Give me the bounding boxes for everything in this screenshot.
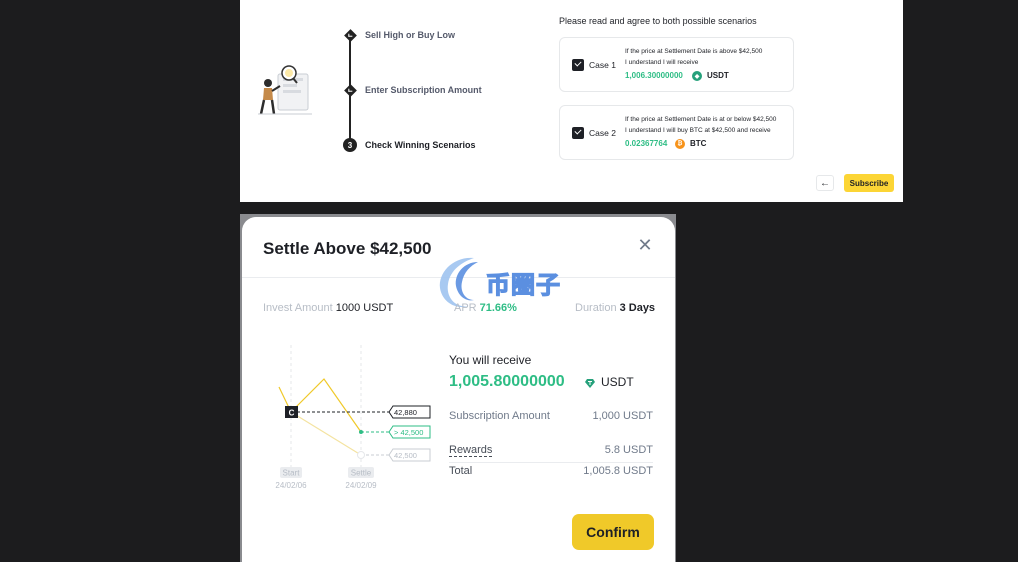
step-label: Sell High or Buy Low: [365, 30, 456, 40]
case-amount: 1,006.30000000: [625, 71, 683, 80]
step-sell-high-buy-low: Sell High or Buy Low: [343, 28, 455, 42]
person-illustration: [258, 65, 312, 115]
case-unit: BTC: [690, 139, 707, 148]
alt-price-path: [290, 411, 362, 456]
settle-date: 24/02/09: [345, 481, 377, 490]
case-1-checkbox[interactable]: [572, 59, 584, 71]
rewards-value: 5.8 USDT: [604, 444, 653, 456]
subscription-amount-label: Subscription Amount: [449, 410, 550, 422]
step-label: Check Winning Scenarios: [365, 140, 476, 150]
step-enter-amount: Enter Subscription Amount: [343, 83, 482, 97]
case-amount: 0.02367764: [625, 139, 668, 148]
usdt-icon: [585, 379, 595, 388]
subscription-panel: Sell High or Buy Low Enter Subscription …: [240, 0, 903, 202]
step-done-icon: [343, 83, 357, 97]
case-condition: If the price at Settlement Date is above…: [625, 48, 763, 55]
receive-unit: USDT: [601, 375, 634, 389]
step-check-scenarios: 3 Check Winning Scenarios: [343, 138, 475, 152]
invest-label: Invest Amount: [263, 302, 333, 314]
current-marker-label: C: [289, 409, 295, 418]
subscribe-button[interactable]: Subscribe: [844, 174, 894, 192]
confirm-button[interactable]: Confirm: [572, 514, 654, 550]
settle-point-strike: [357, 451, 365, 459]
btc-icon: ₿: [675, 139, 685, 149]
step-label: Enter Subscription Amount: [365, 85, 482, 95]
receive-label: You will receive: [449, 353, 532, 367]
apr-value: 71.66%: [479, 302, 517, 314]
back-button[interactable]: ←: [816, 175, 834, 191]
settle-modal: Settle Above $42,500 ✕ 币圈子 Invest Amount…: [242, 217, 675, 562]
apr-label: APR: [454, 302, 477, 314]
tag-above-strike-text: > 42,500: [394, 428, 423, 437]
duration: Duration 3 Days: [575, 302, 655, 314]
case-label: Case 1: [589, 60, 616, 70]
invest-value: 1000 USDT: [335, 302, 394, 314]
step-done-icon: [343, 28, 357, 42]
receive-amount: 1,005.80000000: [449, 373, 565, 390]
case-2-card[interactable]: Case 2 If the price at Settlement Date i…: [559, 105, 794, 160]
total-label: Total: [449, 465, 473, 477]
total-value: 1,005.8 USDT: [583, 465, 653, 477]
start-label: Start: [283, 469, 301, 478]
settle-label: Settle: [351, 469, 372, 478]
usdt-icon: ◆: [692, 71, 702, 81]
close-icon[interactable]: ✕: [636, 236, 654, 254]
duration-value: 3 Days: [619, 302, 656, 314]
case-2-checkbox[interactable]: [572, 127, 584, 139]
case-unit: USDT: [707, 71, 729, 80]
duration-label: Duration: [575, 302, 617, 314]
arrow-left-icon: ←: [820, 177, 830, 189]
case-1-card[interactable]: Case 1 If the price at Settlement Date i…: [559, 37, 794, 92]
tag-strike-text: 42,500: [394, 451, 417, 460]
settle-point-above: [359, 430, 363, 434]
invest-amount: Invest Amount 1000 USDT: [263, 302, 393, 314]
start-date: 24/02/06: [275, 481, 307, 490]
subscription-amount-value: 1,000 USDT: [592, 410, 653, 422]
apr: APR 71.66%: [454, 302, 517, 314]
agree-title: Please read and agree to both possible s…: [559, 16, 757, 26]
rewards-label[interactable]: Rewards: [449, 444, 493, 457]
case-understand: I understand I will buy BTC at $42,500 a…: [625, 127, 771, 134]
tag-current-price-text: 42,880: [394, 408, 417, 417]
case-understand: I understand I will receive: [625, 59, 699, 66]
step-number: 3: [343, 138, 357, 152]
watermark-text: 币圈子: [485, 271, 561, 299]
total-divider: [449, 462, 653, 463]
modal-title: Settle Above $42,500: [263, 239, 432, 258]
case-label: Case 2: [589, 128, 616, 138]
scenario-chart: C 42,880 > 42,500 42,500 Start 24/02/06 …: [275, 345, 431, 490]
case-condition: If the price at Settlement Date is at or…: [625, 116, 777, 123]
